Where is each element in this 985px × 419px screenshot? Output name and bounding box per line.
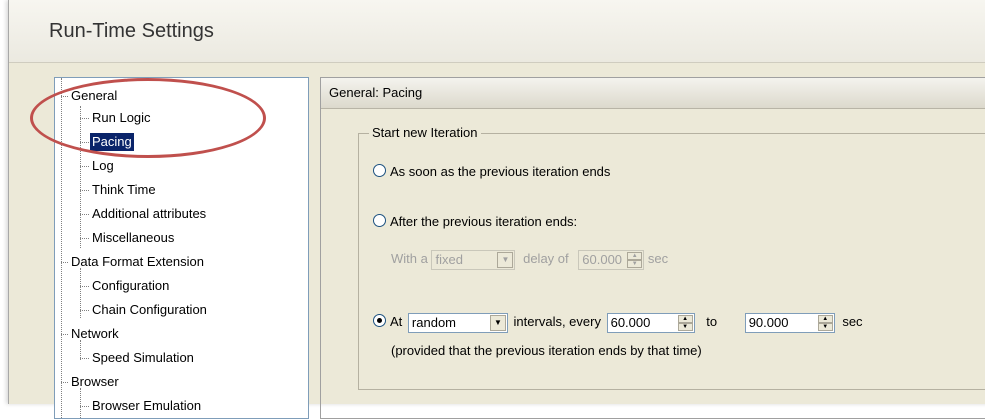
radio-at[interactable] <box>373 314 386 327</box>
start-new-iteration-group: Start new Iteration As soon as the previ… <box>358 125 985 390</box>
tree-item-configuration[interactable]: Configuration <box>90 277 171 295</box>
at-label: At <box>390 314 403 329</box>
tree-line <box>80 214 89 215</box>
tree-item-browser-emulation[interactable]: Browser Emulation <box>90 397 203 415</box>
radio-as-soon[interactable] <box>373 164 386 177</box>
tree-line <box>80 286 89 287</box>
spin-up-icon[interactable]: ▲ <box>677 314 693 323</box>
tree-item-log[interactable]: Log <box>90 157 116 175</box>
tree-line <box>61 96 68 97</box>
tree-line <box>80 388 81 418</box>
delay-value: 60.000 <box>582 251 623 267</box>
tree-item-browser[interactable]: Browser <box>69 373 121 391</box>
tree-line <box>80 190 89 191</box>
interval-to-value: 90.000 <box>748 314 789 330</box>
tree-item-miscellaneous[interactable]: Miscellaneous <box>90 229 176 247</box>
sec-label: sec <box>647 251 669 266</box>
tree-line <box>61 382 68 383</box>
run-time-settings-window: Run-Time Settings General Run Logic Paci… <box>8 0 985 419</box>
tree-item-network[interactable]: Network <box>69 325 121 343</box>
option-as-soon-label: As soon as the previous iteration ends <box>390 164 611 179</box>
delay-type-select: fixed ▼ <box>431 249 516 270</box>
tree-item-chain-configuration[interactable]: Chain Configuration <box>90 301 209 319</box>
tree-line <box>80 310 89 311</box>
sec-label: sec <box>842 314 863 329</box>
delay-type-value: fixed <box>435 251 463 267</box>
tree-item-general[interactable]: General <box>69 87 119 105</box>
interval-type-value: random <box>411 314 456 330</box>
panel-header: General: Pacing <box>321 78 985 109</box>
intervals-every-label: intervals, every <box>513 314 601 329</box>
interval-type-select[interactable]: random ▼ <box>407 312 508 333</box>
delay-of-label: delay of <box>523 251 569 266</box>
interval-to-spinner[interactable]: 90.000 ▲ ▼ <box>744 312 835 333</box>
tree-item-data-format-extension[interactable]: Data Format Extension <box>69 253 206 271</box>
tree-line <box>80 118 89 119</box>
delay-value-spinner: 60.000 ▲ ▼ <box>578 249 645 270</box>
to-label: to <box>706 314 718 329</box>
provided-note: (provided that the previous iteration en… <box>391 343 702 358</box>
tree-line <box>80 358 89 359</box>
tree-line <box>80 166 89 167</box>
delay-row: With a fixed ▼ delay of 60.000 ▲ ▼ sec <box>391 249 669 270</box>
tree-item-run-logic[interactable]: Run Logic <box>90 109 153 127</box>
spin-up-icon: ▲ <box>627 251 643 260</box>
radio-after[interactable] <box>373 214 386 227</box>
tree-item-speed-simulation[interactable]: Speed Simulation <box>90 349 196 367</box>
tree-line <box>80 142 89 143</box>
tree-item-think-time[interactable]: Think Time <box>90 181 158 199</box>
interval-from-value: 60.000 <box>610 314 651 330</box>
tree-line <box>80 106 81 248</box>
spin-down-icon: ▼ <box>627 259 643 268</box>
spin-down-icon[interactable]: ▼ <box>677 322 693 331</box>
tree-line <box>80 238 89 239</box>
spin-down-icon[interactable]: ▼ <box>817 322 833 331</box>
dropdown-arrow-icon[interactable]: ▼ <box>489 314 506 331</box>
tree-line <box>80 406 89 407</box>
interval-from-spinner[interactable]: 60.000 ▲ ▼ <box>606 312 695 333</box>
tree-line <box>61 262 68 263</box>
option-after-label: After the previous iteration ends: <box>390 214 578 229</box>
option-at-row[interactable]: At random ▼ intervals, every 60.000 ▲ ▼ t… <box>373 312 863 333</box>
tree-item-additional-attributes[interactable]: Additional attributes <box>90 205 208 223</box>
tree-line <box>80 340 81 360</box>
tree-line <box>61 78 62 418</box>
settings-tree: General Run Logic Pacing Log Think Time … <box>54 77 309 419</box>
option-as-soon-row[interactable]: As soon as the previous iteration ends <box>373 162 610 182</box>
title-bar: Run-Time Settings <box>9 0 985 63</box>
with-a-label: With a <box>391 251 428 266</box>
tree-item-pacing[interactable]: Pacing <box>90 133 134 151</box>
tree-line <box>61 334 68 335</box>
option-after-row[interactable]: After the previous iteration ends: <box>373 212 577 232</box>
window-title: Run-Time Settings <box>49 20 214 42</box>
dropdown-arrow-icon: ▼ <box>497 251 514 268</box>
spin-up-icon[interactable]: ▲ <box>817 314 833 323</box>
pacing-panel: General: Pacing Start new Iteration As s… <box>320 77 985 419</box>
group-label: Start new Iteration <box>369 125 481 140</box>
